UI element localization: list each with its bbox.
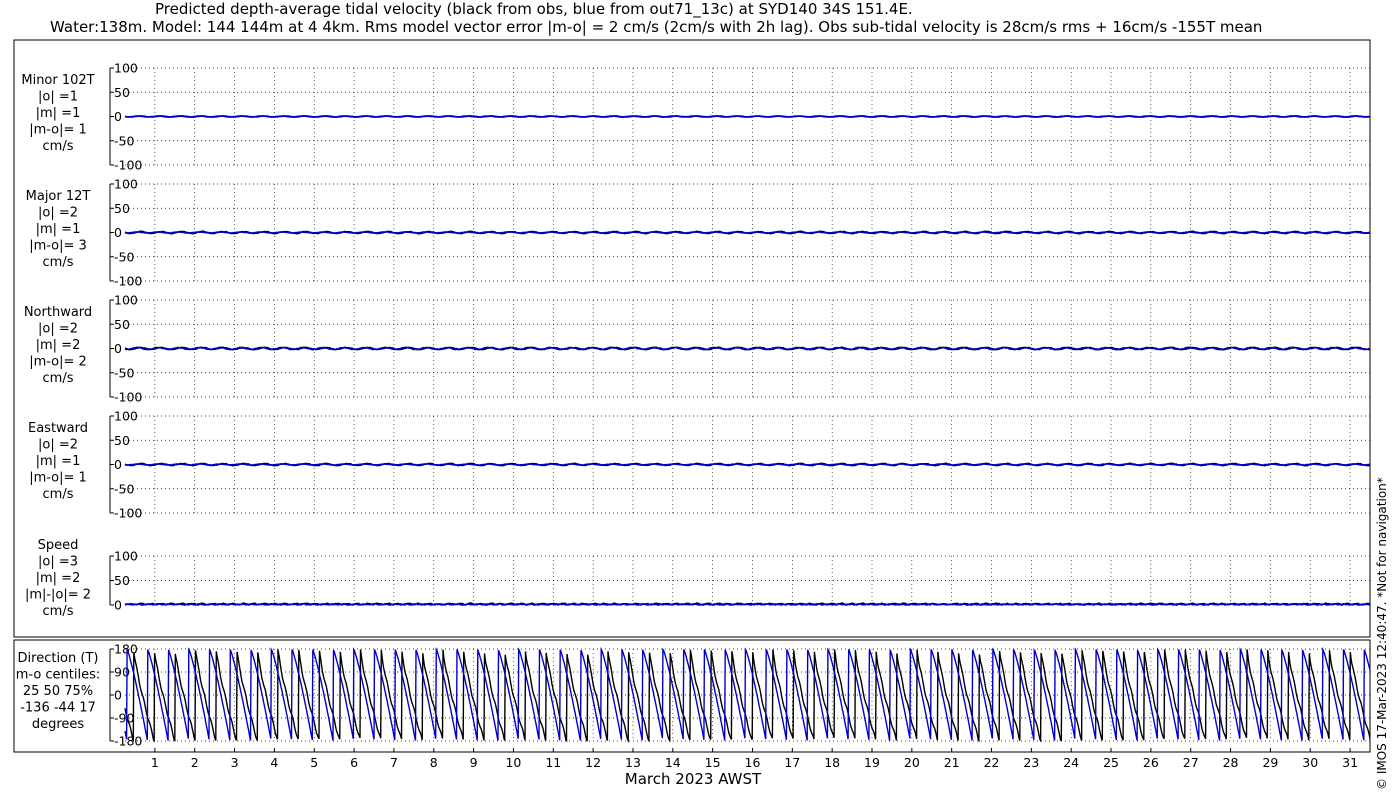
x-tick-label: 23: [1023, 755, 1039, 770]
y-tick-label: -50: [114, 133, 134, 148]
x-tick-label: 28: [1223, 755, 1239, 770]
panel-label-major: Major 12T |o| =2 |m| =1 |m-o|= 3 cm/s: [26, 189, 91, 270]
y-tick-label: -50: [114, 481, 134, 496]
x-tick-label: 21: [944, 755, 960, 770]
tidal-velocity-chart: Minor 102T |o| =1 |m| =1 |m-o|= 1 cm/s100500…: [13, 39, 1371, 788]
x-tick-label: 12: [585, 755, 601, 770]
y-tick-label: -100: [114, 274, 142, 289]
x-tick-label: 29: [1262, 755, 1278, 770]
panel-northward: Northward |o| =2 |m| =2 |m-o|= 2 cm/s 100 50 0 -…: [24, 293, 1371, 405]
y-tick-label: -90: [114, 711, 134, 726]
x-tick-label: 9: [470, 755, 478, 770]
x-axis: 1 2 3 4 5 6 7 8 9 10 11 12 13 14 15 16 17 18 19 20 21 22 23 24 2…: [151, 748, 1358, 770]
panel-frames: [13, 39, 1371, 753]
y-tick-label: -50: [114, 249, 134, 264]
y-tick-label: 100: [114, 549, 138, 564]
x-tick-label: 8: [430, 755, 438, 770]
panels: Minor 102T |o| =1 |m| =1 |m-o|= 1 cm/s 100 50 0…: [16, 61, 1371, 749]
y-tick-label: -50: [114, 365, 134, 380]
y-tick-label: -100: [114, 158, 142, 173]
x-tick-label: 10: [505, 755, 521, 770]
y-tick-label: 100: [114, 61, 138, 76]
y-tick-label: 50: [114, 201, 130, 216]
x-tick-label: 15: [705, 755, 721, 770]
series-model-speed: [124, 602, 1371, 606]
x-tick-label: 20: [904, 755, 920, 770]
x-tick-label: 4: [270, 755, 278, 770]
y-tick-label: 0: [114, 457, 122, 472]
x-tick-label: 5: [310, 755, 318, 770]
panel-direction: Direction (T) m-o centiles: 25 50 75% -136 …: [16, 642, 1371, 749]
y-tick-label: 0: [114, 688, 122, 703]
panel-label-speed: Speed |o| =3 |m| =2 |m|-|o|= 2 cm/s: [25, 538, 91, 619]
x-tick-label: 7: [390, 755, 398, 770]
y-tick-label: 100: [114, 409, 138, 424]
panel-eastward: Eastward |o| =2 |m| =1 |m-o|= 1 cm/s 100 50 0 -5…: [28, 409, 1371, 521]
x-tick-label: 24: [1063, 755, 1079, 770]
y-tick-label: 50: [114, 433, 130, 448]
panel-speed: Speed |o| =3 |m| =2 |m|-|o|= 2 cm/s 100 50 0: [25, 538, 1371, 619]
panel-label-eastward: Eastward |o| =2 |m| =1 |m-o|= 1 cm/s: [28, 421, 88, 502]
x-tick-label: 18: [824, 755, 840, 770]
panel-label-minor: Minor 102T |o| =1 |m| =1 |m-o|= 1 cm/s: [21, 73, 94, 154]
y-tick-label: -100: [114, 506, 142, 521]
y-tick-label: 0: [114, 598, 122, 613]
x-axis-label: March 2023 AWST: [625, 770, 762, 788]
x-tick-label: 16: [745, 755, 761, 770]
y-tick-label: 0: [114, 341, 122, 356]
panel-label-direction: Direction (T) m-o centiles: 25 50 75% -136 …: [16, 651, 101, 732]
x-tick-label: 30: [1302, 755, 1318, 770]
panel-major: Major 12T |o| =2 |m| =1 |m-o|= 3 cm/s 100 50 0 -…: [26, 177, 1371, 289]
upper-frame: [13, 39, 1371, 638]
y-tick-label: 100: [114, 177, 138, 192]
y-tick-label: 50: [114, 85, 130, 100]
x-tick-label: 26: [1143, 755, 1159, 770]
x-tick-label: 27: [1183, 755, 1199, 770]
y-tick-label: -180: [114, 734, 142, 749]
x-tick-label: 2: [191, 755, 199, 770]
x-tick-label: 22: [984, 755, 1000, 770]
x-tick-label: 14: [665, 755, 681, 770]
y-tick-label: 100: [114, 293, 138, 308]
x-tick-label: 17: [784, 755, 800, 770]
x-tick-label: 1: [151, 755, 159, 770]
y-tick-label: -100: [114, 390, 142, 405]
y-tick-label: 50: [114, 573, 130, 588]
x-tick-label: 6: [350, 755, 358, 770]
x-tick-label: 31: [1342, 755, 1358, 770]
panel-minor: Minor 102T |o| =1 |m| =1 |m-o|= 1 cm/s 100 50 0…: [21, 61, 1371, 173]
x-tick-label: 25: [1103, 755, 1119, 770]
copyright-notice: © IMOS 17-Mar-2023 12:40:47. *Not for na…: [1375, 477, 1389, 790]
x-tick-label: 3: [231, 755, 239, 770]
y-tick-label: 50: [114, 317, 130, 332]
y-tick-label: 0: [114, 225, 122, 240]
panel-label-northward: Northward |o| =2 |m| =2 |m-o|= 2 cm/s: [24, 305, 92, 386]
x-tick-label: 13: [625, 755, 641, 770]
x-tick-label: 11: [545, 755, 561, 770]
y-tick-label: 0: [114, 109, 122, 124]
x-tick-label: 19: [864, 755, 880, 770]
